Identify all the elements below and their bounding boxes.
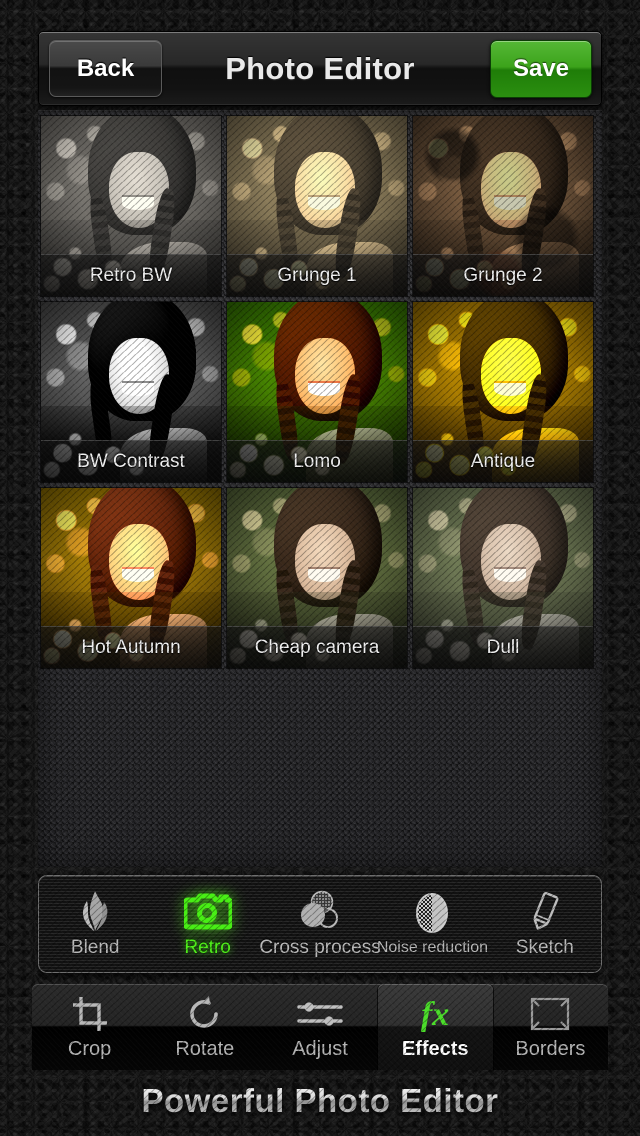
filter-label: Retro BW [41, 254, 221, 296]
effect-category-sketch[interactable]: Sketch [489, 876, 601, 972]
crop-icon [70, 993, 110, 1035]
effect-category-cross-process[interactable]: Cross process [259, 876, 381, 972]
effect-category-label: Cross process [259, 937, 381, 958]
effect-category-bar: Blend Retro Cross process Noise reductio… [38, 875, 602, 973]
save-button[interactable]: Save [490, 40, 592, 98]
filter-label: Grunge 1 [227, 254, 407, 296]
effect-category-blend[interactable]: Blend [39, 876, 151, 972]
tab-label: Borders [515, 1038, 586, 1060]
filter-thumbnail[interactable]: Hot Autumn [41, 488, 221, 668]
back-button[interactable]: Back [49, 40, 162, 97]
filter-grid-panel: Retro BW Grunge 1 Grunge 2 BW Contrast L… [38, 110, 602, 867]
overlapping-circles-icon [298, 889, 342, 933]
half-checker-circle-icon [411, 891, 453, 935]
filter-label: Cheap camera [227, 626, 407, 668]
filter-thumbnail[interactable]: Retro BW [41, 116, 221, 296]
footer-caption: Powerful Photo Editor [0, 1082, 640, 1120]
filter-grid: Retro BW Grunge 1 Grunge 2 BW Contrast L… [41, 116, 599, 668]
tab-crop[interactable]: Crop [32, 984, 147, 1070]
tab-label: Effects [401, 1038, 469, 1060]
filter-thumbnail[interactable]: Dull [413, 488, 593, 668]
filter-label: Lomo [227, 440, 407, 482]
pencil-icon [525, 889, 565, 933]
filter-thumbnail[interactable]: Antique [413, 302, 593, 482]
filter-thumbnail[interactable]: Cheap camera [227, 488, 407, 668]
filter-label: Grunge 2 [413, 254, 593, 296]
filter-thumbnail[interactable]: BW Contrast [41, 302, 221, 482]
tab-label: Adjust [292, 1038, 348, 1060]
effect-category-noise-reduction[interactable]: Noise reduction [376, 876, 488, 972]
sliders-icon [297, 993, 343, 1035]
frame-icon [528, 993, 572, 1035]
rotate-icon [185, 993, 225, 1035]
tab-rotate[interactable]: Rotate [147, 984, 262, 1070]
flame-icon [75, 889, 115, 933]
effect-category-label: Noise reduction [376, 939, 488, 956]
effect-category-label: Sketch [515, 937, 574, 958]
tab-label: Crop [67, 1038, 112, 1060]
header-bar: Back Photo Editor Save [38, 31, 602, 106]
filter-label: Antique [413, 440, 593, 482]
filter-label: Dull [413, 626, 593, 668]
fx-icon: fx [413, 993, 457, 1035]
filter-thumbnail[interactable]: Grunge 1 [227, 116, 407, 296]
filter-thumbnail[interactable]: Grunge 2 [413, 116, 593, 296]
filter-label: Hot Autumn [41, 626, 221, 668]
back-button-label: Back [76, 54, 135, 82]
effect-category-label: Retro [184, 937, 231, 958]
svg-text:fx: fx [421, 996, 449, 1033]
app-screen: Back Photo Editor Save Retro BW Grunge 1 [0, 0, 640, 1136]
bottom-tab-bar: Crop Rotate Adjust fx Effects Borders [32, 984, 608, 1070]
effect-category-retro[interactable]: Retro [151, 876, 263, 972]
save-button-label: Save [512, 55, 570, 82]
tab-label: Rotate [175, 1038, 235, 1060]
camera-icon [183, 889, 232, 933]
effect-category-label: Blend [70, 937, 120, 958]
tab-effects[interactable]: fx Effects [377, 984, 493, 1070]
filter-label: BW Contrast [41, 440, 221, 482]
filter-thumbnail[interactable]: Lomo [227, 302, 407, 482]
tab-borders[interactable]: Borders [493, 984, 608, 1070]
tab-adjust[interactable]: Adjust [262, 984, 377, 1070]
